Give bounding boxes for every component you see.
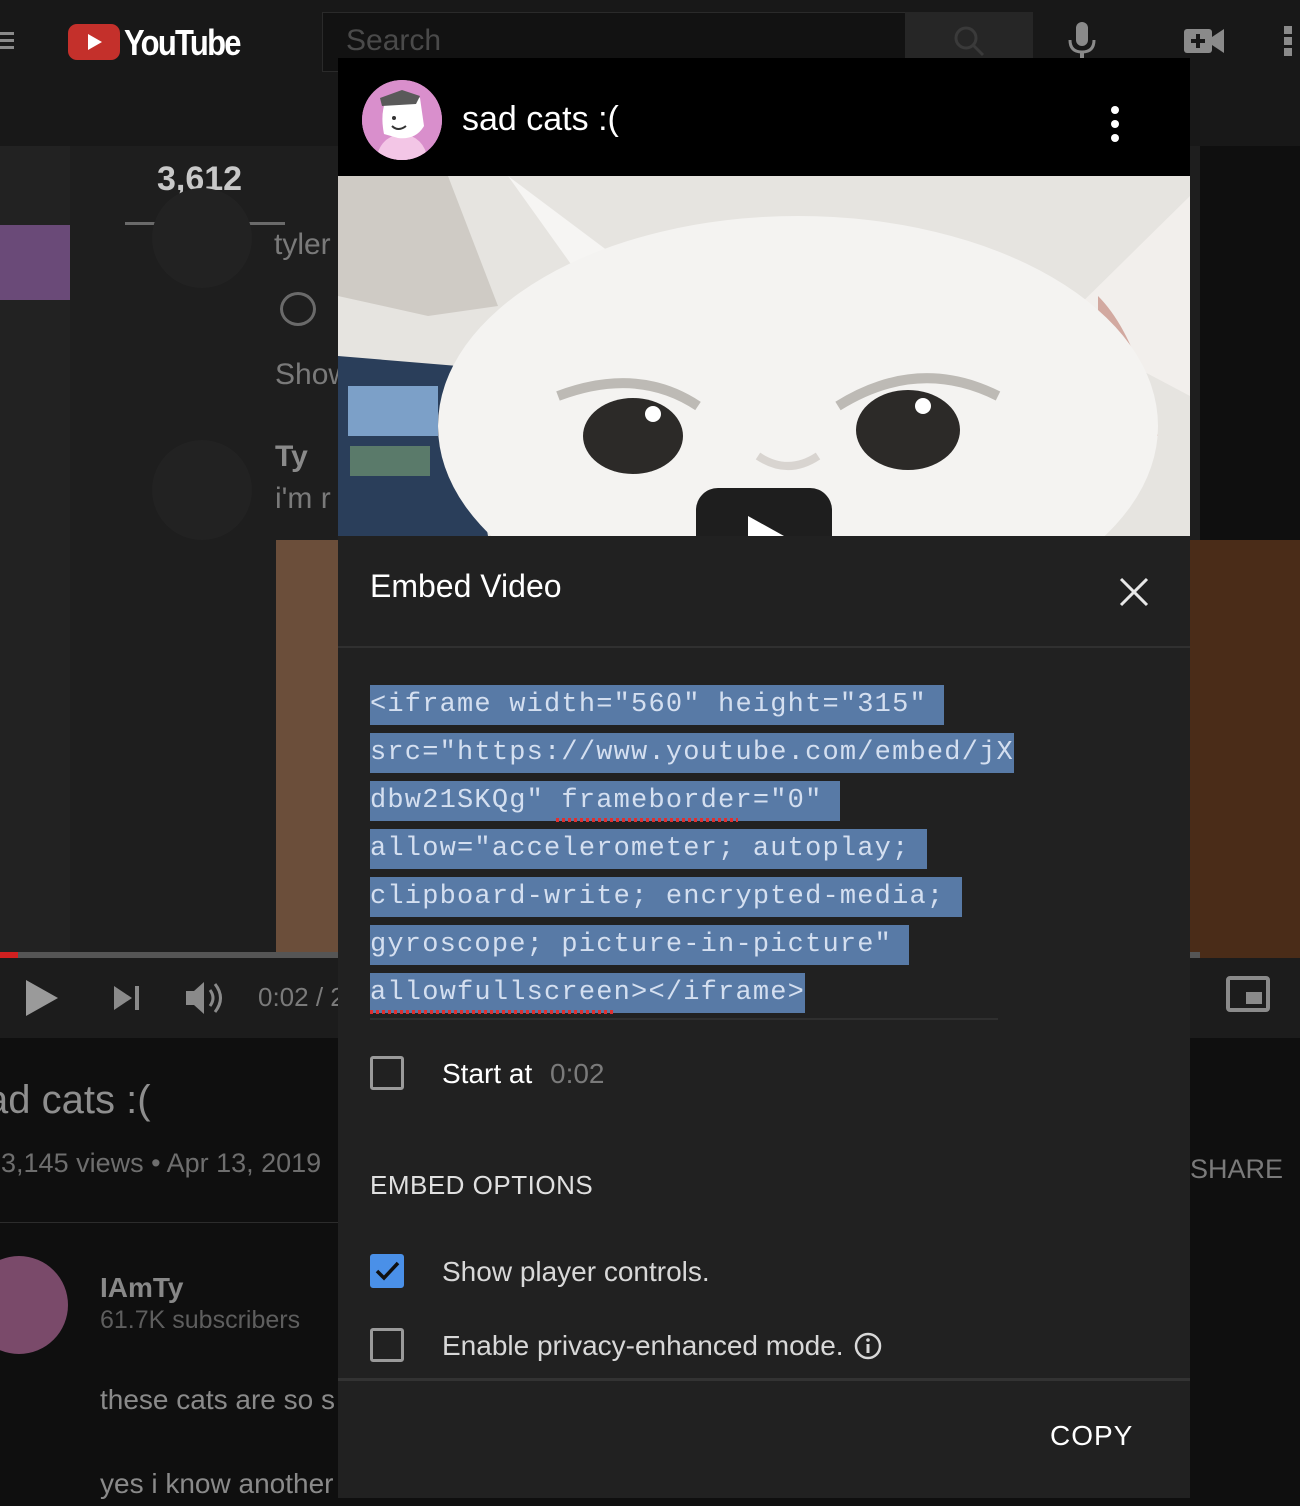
textarea-underline xyxy=(370,1018,998,1020)
info-icon[interactable] xyxy=(854,1332,882,1360)
volume-icon[interactable] xyxy=(184,978,228,1018)
code-line: clipboard-write; encrypted-media; xyxy=(370,877,1000,926)
share-dialog: sad cats :( Embed Video <iframe width="5… xyxy=(338,58,1190,1498)
comment-text: i'm r xyxy=(275,482,331,515)
avatar[interactable] xyxy=(362,80,442,160)
youtube-logo-text[interactable]: YouTube xyxy=(124,22,242,64)
divider xyxy=(338,646,1190,648)
menu-icon[interactable] xyxy=(0,28,16,56)
mic-icon[interactable] xyxy=(1066,22,1098,60)
search-icon xyxy=(954,26,985,57)
avatar[interactable] xyxy=(152,440,252,540)
embed-options-heading: EMBED OPTIONS xyxy=(370,1170,594,1200)
apps-icon[interactable] xyxy=(1280,24,1300,58)
embed-panel: Embed Video <iframe width="560" height="… xyxy=(338,536,1190,1498)
search-placeholder: Search xyxy=(346,24,442,57)
embed-title: Embed Video xyxy=(370,568,562,604)
description-text: these cats are so s xyxy=(100,1384,336,1415)
spellcheck-underline xyxy=(556,818,738,822)
comment-author[interactable]: tyler xyxy=(274,228,331,262)
show-controls-checkbox[interactable] xyxy=(370,1254,404,1288)
community-thumbnail[interactable] xyxy=(0,225,70,300)
code-line: allowfullscreen></iframe> xyxy=(370,973,1000,1022)
check-icon xyxy=(375,1261,400,1281)
divider xyxy=(338,1378,1190,1381)
privacy-mode-checkbox[interactable] xyxy=(370,1328,404,1362)
start-at-checkbox[interactable] xyxy=(370,1056,404,1090)
avatar[interactable] xyxy=(152,188,252,288)
video-camera-icon[interactable] xyxy=(1184,26,1224,56)
divider xyxy=(0,1222,338,1223)
code-line: gyroscope; picture-in-picture" xyxy=(370,925,1000,974)
comment-author[interactable]: Ty xyxy=(275,440,308,474)
show-controls-label: Show player controls. xyxy=(442,1256,710,1287)
close-icon[interactable] xyxy=(1118,576,1150,608)
more-vert-icon[interactable] xyxy=(1108,106,1122,146)
embed-code-textarea[interactable]: <iframe width="560" height="315" src="ht… xyxy=(370,685,1014,1018)
avatar-image xyxy=(362,80,442,160)
time-display: 0:02 / 2 xyxy=(258,982,345,1012)
comment-icon[interactable] xyxy=(280,292,316,326)
miniplayer-icon[interactable] xyxy=(1226,976,1270,1012)
dialog-header: sad cats :( xyxy=(338,58,1190,176)
youtube-logo-icon[interactable] xyxy=(68,24,120,60)
channel-name[interactable]: IAmTy xyxy=(100,1272,184,1304)
start-at-input[interactable]: 0:02 xyxy=(550,1058,605,1090)
avatar[interactable] xyxy=(0,1256,68,1354)
cat-image xyxy=(338,176,1190,536)
spellcheck-underline xyxy=(370,1010,616,1014)
description-text: yes i know another xyxy=(100,1468,334,1499)
code-line: src="https://www.youtube.com/embed/jX xyxy=(370,733,1014,782)
play-icon[interactable] xyxy=(26,980,58,1016)
next-icon[interactable] xyxy=(112,984,142,1012)
code-line: allow="accelerometer; autoplay; xyxy=(370,829,1000,878)
code-line: dbw21SKQg" frameborder="0" xyxy=(370,781,1000,830)
code-line: <iframe width="560" height="315" xyxy=(370,685,1000,734)
privacy-mode-label: Enable privacy-enhanced mode. xyxy=(442,1330,844,1361)
video-title[interactable]: sad cats :( xyxy=(462,100,619,139)
video-title: ad cats :( xyxy=(0,1078,151,1122)
start-at-label: Start at xyxy=(442,1058,533,1089)
play-button[interactable] xyxy=(696,488,832,536)
copy-button[interactable]: COPY xyxy=(1050,1420,1133,1452)
video-thumbnail[interactable] xyxy=(338,176,1190,536)
subscriber-count: 61.7K subscribers xyxy=(100,1306,301,1334)
share-button[interactable]: SHARE xyxy=(1190,1154,1283,1185)
video-meta: 23,145 views • Apr 13, 2019 xyxy=(0,1148,322,1178)
